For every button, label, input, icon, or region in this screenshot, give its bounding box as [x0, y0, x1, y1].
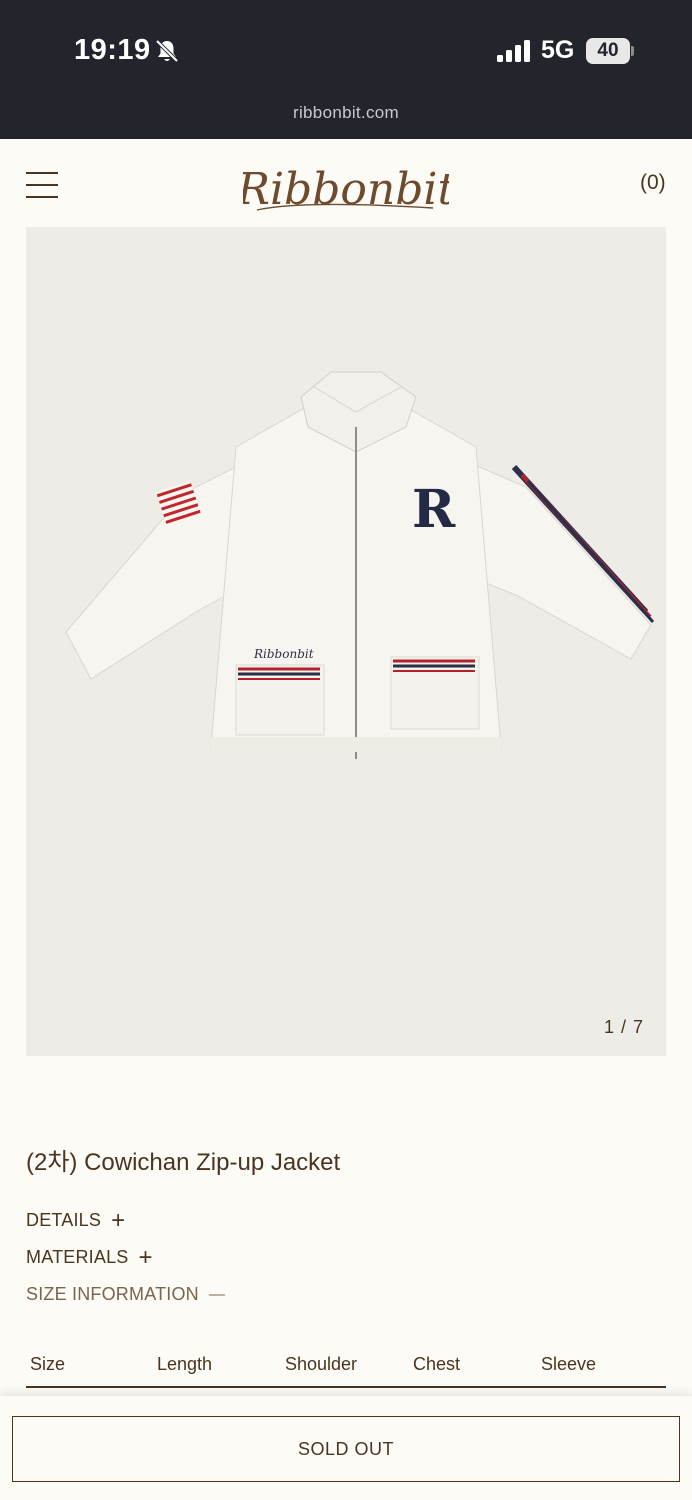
- size-col-sleeve: Sleeve: [541, 1354, 597, 1374]
- materials-label: MATERIALS: [26, 1247, 129, 1267]
- details-accordion[interactable]: DETAILS +: [26, 1206, 126, 1234]
- battery-level: 40: [586, 38, 630, 64]
- collapse-minus-icon: —: [208, 1285, 226, 1303]
- details-label: DETAILS: [26, 1210, 102, 1230]
- expand-plus-icon: +: [138, 1243, 153, 1271]
- product-title: (2차) Cowichan Zip-up Jacket: [26, 1149, 341, 1176]
- size-col-chest: Chest: [413, 1354, 461, 1374]
- product-image-gallery[interactable]: R Ribbonbit 1 / 7: [26, 227, 666, 1056]
- size-col-size: Size: [30, 1354, 66, 1374]
- jacket-letter: R: [412, 479, 456, 540]
- silent-bell-icon: [155, 39, 179, 63]
- bottom-action-bar: SOLD OUT: [0, 1396, 692, 1500]
- size-col-shoulder: Shoulder: [285, 1354, 358, 1374]
- size-information-accordion[interactable]: SIZE INFORMATION —: [26, 1284, 225, 1305]
- image-counter: 1 / 7: [603, 1017, 644, 1037]
- jacket-embroidery: Ribbonbit: [253, 647, 314, 661]
- expand-plus-icon: +: [111, 1206, 126, 1234]
- sold-out-button[interactable]: SOLD OUT: [12, 1416, 680, 1482]
- battery-icon: 40: [586, 38, 634, 64]
- signal-icon: [497, 40, 530, 62]
- size-table-header: Size Length Shoulder Chest Sleeve: [26, 1352, 666, 1388]
- hamburger-menu-icon[interactable]: [26, 172, 58, 198]
- product-image-jacket[interactable]: R Ribbonbit: [56, 367, 656, 767]
- status-bar: 19:19 5G 40 ribbonbit.com: [0, 0, 692, 139]
- status-time: 19:19: [74, 34, 151, 66]
- size-col-length: Length: [157, 1354, 213, 1374]
- cart-button[interactable]: (0): [640, 171, 666, 195]
- size-information-label: SIZE INFORMATION: [26, 1284, 199, 1304]
- network-type: 5G: [541, 36, 575, 64]
- ribbonbit-logo[interactable]: Ribbonbit: [243, 152, 449, 222]
- address-bar-url[interactable]: ribbonbit.com: [0, 103, 692, 123]
- materials-accordion[interactable]: MATERIALS +: [26, 1243, 153, 1271]
- battery-tip: [631, 46, 634, 56]
